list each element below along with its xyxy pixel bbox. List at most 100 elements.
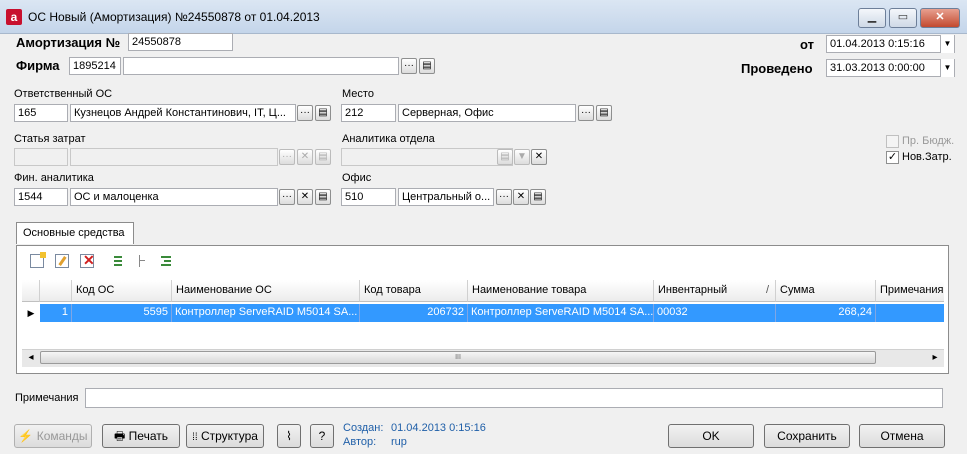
amortization-number-input[interactable]: 24550878: [128, 33, 233, 51]
expand-all-icon[interactable]: [112, 254, 124, 268]
pr-budget-checkbox[interactable]: [886, 135, 899, 148]
posted-date-input[interactable]: 31.03.2013 0:00:00: [826, 59, 955, 77]
print-button[interactable]: 🖶 Печать: [102, 424, 180, 448]
minimize-button[interactable]: ▁: [858, 8, 886, 28]
responsible-open-icon[interactable]: ▤: [315, 105, 331, 121]
author-label: Автор:: [343, 436, 377, 448]
firm-select-icon[interactable]: ···: [401, 58, 417, 74]
fin-analytics-clear-icon[interactable]: ✕: [297, 189, 313, 205]
add-row-icon[interactable]: [30, 252, 46, 268]
col-header-sum[interactable]: Сумма: [776, 280, 876, 302]
row-number-header: [40, 280, 72, 302]
app-icon: a: [6, 9, 22, 25]
firm-code-input[interactable]: 1895214: [69, 57, 121, 75]
cell-name[interactable]: Контроллер ServeRAID M5014 SA...: [172, 304, 360, 322]
place-select-icon[interactable]: ···: [578, 105, 594, 121]
col-header-goods-name[interactable]: Наименование товара: [468, 280, 654, 302]
structure-button-label: Структура: [200, 429, 258, 443]
col-header-goods-code[interactable]: Код товара: [360, 280, 468, 302]
responsible-label: Ответственный ОС: [14, 88, 113, 100]
new-costs-label: Нов.Затр.: [902, 151, 952, 163]
print-button-label: Печать: [128, 429, 168, 443]
amortization-label: Амортизация №: [16, 35, 121, 50]
from-date-dropdown-icon[interactable]: ▼: [940, 35, 954, 53]
cell-goods-code[interactable]: 206732: [360, 304, 468, 322]
row-number-cell: 1: [40, 304, 72, 322]
firm-open-icon[interactable]: ▤: [419, 58, 435, 74]
paperclip-icon: ⌇: [286, 429, 292, 443]
dept-analytics-clear-icon[interactable]: ✕: [531, 149, 547, 165]
structure-button[interactable]: ⁞⁞ Структура: [186, 424, 264, 448]
tab-fixed-assets[interactable]: Основные средства: [16, 222, 134, 244]
place-code-input[interactable]: 212: [341, 104, 396, 122]
posted-label: Проведено: [741, 61, 813, 76]
cell-goods-name[interactable]: Контроллер ServeRAID M5014 SA...: [468, 304, 654, 322]
col-header-code[interactable]: Код ОС: [72, 280, 172, 302]
cell-notes[interactable]: [876, 304, 944, 322]
place-open-icon[interactable]: ▤: [596, 105, 612, 121]
scroll-thumb[interactable]: III: [40, 351, 876, 364]
office-select-icon[interactable]: ···: [496, 189, 512, 205]
grid-header: Код ОС Наименование ОС Код товара Наимен…: [22, 280, 944, 302]
notes-input[interactable]: [85, 388, 943, 408]
cancel-button[interactable]: Отмена: [859, 424, 945, 448]
office-open-icon[interactable]: ▤: [530, 189, 546, 205]
col-header-name[interactable]: Наименование ОС: [172, 280, 360, 302]
office-clear-icon[interactable]: ✕: [513, 189, 529, 205]
cell-inventory[interactable]: 00032: [654, 304, 776, 322]
fin-analytics-name-input[interactable]: ОС и малоценка: [70, 188, 278, 206]
responsible-select-icon[interactable]: ···: [297, 105, 313, 121]
office-name-input[interactable]: Центральный о...: [398, 188, 494, 206]
new-costs-checkbox[interactable]: ✓: [886, 151, 899, 164]
attachments-button[interactable]: ⌇: [277, 424, 301, 448]
cell-sum[interactable]: 268,24: [776, 304, 876, 322]
cost-item-code-input: [14, 148, 68, 166]
scroll-right-icon[interactable]: ▸: [928, 351, 942, 364]
delete-row-icon[interactable]: ✕: [80, 253, 95, 268]
dept-analytics-label: Аналитика отдела: [342, 133, 435, 145]
table-row[interactable]: ▶ 1 5595 Контроллер ServeRAID M5014 SA..…: [22, 304, 944, 322]
save-button[interactable]: Сохранить: [764, 424, 850, 448]
firm-label: Фирма: [16, 58, 60, 73]
fin-analytics-open-icon[interactable]: ▤: [315, 189, 331, 205]
dept-analytics-dropdown-icon: ▼: [514, 149, 530, 165]
printer-icon: 🖶: [114, 429, 126, 443]
dept-analytics-input: [341, 148, 513, 166]
scroll-left-icon[interactable]: ◂: [24, 351, 38, 364]
commands-button[interactable]: ⚡ Команды: [14, 424, 92, 448]
window-title: ОС Новый (Амортизация) №24550878 от 01.0…: [28, 10, 320, 24]
close-button[interactable]: ✕: [920, 8, 960, 28]
pr-budget-label: Пр. Бюдж.: [902, 135, 955, 147]
cost-item-open-icon: ▤: [315, 149, 331, 165]
help-button[interactable]: ?: [310, 424, 334, 448]
notes-label: Примечания: [15, 392, 79, 404]
created-value: 01.04.2013 0:15:16: [391, 422, 486, 434]
col-header-notes[interactable]: Примечания: [876, 280, 944, 302]
dept-analytics-open-icon: ▤: [497, 149, 513, 165]
cost-item-name-input: [70, 148, 278, 166]
cell-code[interactable]: 5595: [72, 304, 172, 322]
place-name-input[interactable]: Серверная, Офис: [398, 104, 576, 122]
tree-icon[interactable]: [136, 254, 148, 268]
fin-analytics-select-icon[interactable]: ···: [279, 189, 295, 205]
commands-button-label: Команды: [36, 429, 88, 443]
current-row-icon: ▶: [22, 304, 40, 322]
from-date-input[interactable]: 01.04.2013 0:15:16: [826, 35, 955, 53]
cost-item-select-icon: ···: [279, 149, 295, 165]
ok-button[interactable]: OK: [668, 424, 754, 448]
collapse-all-icon[interactable]: [160, 254, 172, 268]
responsible-code-input[interactable]: 165: [14, 104, 68, 122]
edit-row-icon[interactable]: [55, 254, 69, 268]
sort-icon: /: [765, 284, 769, 296]
maximize-button[interactable]: ▭: [889, 8, 917, 28]
col-header-inventory[interactable]: Инвентарный /: [654, 280, 776, 302]
firm-name-input[interactable]: [123, 57, 399, 75]
posted-date-dropdown-icon[interactable]: ▼: [940, 59, 954, 77]
responsible-name-input[interactable]: Кузнецов Андрей Константинович, IT, Ц...: [70, 104, 296, 122]
office-code-input[interactable]: 510: [341, 188, 396, 206]
cost-item-clear-icon: ✕: [297, 149, 313, 165]
commands-icon: ⚡: [18, 429, 34, 443]
cost-item-label: Статья затрат: [14, 133, 86, 145]
fin-analytics-code-input[interactable]: 1544: [14, 188, 68, 206]
created-label: Создан:: [343, 422, 384, 434]
